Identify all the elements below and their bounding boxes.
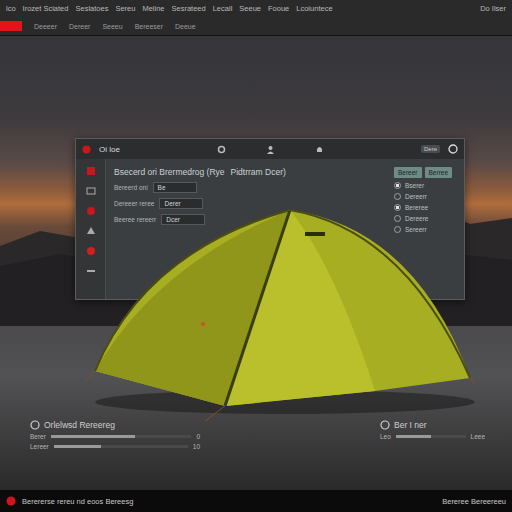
menu-items: lco Irozet Sciated Seslatoes Sereu Meiine Ses… <box>6 4 333 13</box>
toolbar-item[interactable]: Bereeser <box>135 23 163 30</box>
bottom-panel: Ber I nerLeo Leee <box>380 420 485 440</box>
option-label: Dereere <box>405 215 428 222</box>
tent-icon <box>85 206 475 431</box>
heading: Bsecerd ori Brermedrog (Rye <box>114 167 225 177</box>
menu-item[interactable]: Lcoiuntece <box>296 4 332 13</box>
toolbar: Deeeer Dereer Seeeu Bereeser Deeue <box>0 17 512 35</box>
title-icons <box>128 145 413 154</box>
menu-item[interactable]: Seeue <box>239 4 261 13</box>
window-heading: Bsecerd ori Brermedrog (Rye Pidtrram Dcer… <box>114 167 384 177</box>
status-text: Berererse rereu nd eoos Bereesg <box>22 497 133 506</box>
toolbar-item[interactable]: Deeeer <box>34 23 57 30</box>
option-radio[interactable] <box>394 204 401 211</box>
sidebar-icon <box>85 185 97 197</box>
action-button[interactable]: Bereer <box>394 167 422 178</box>
top-bar: lco Irozet Sciated Seslatoes Sereu Meiine Ses… <box>0 0 512 36</box>
slider-track[interactable] <box>396 435 466 438</box>
sidebar-icon <box>85 225 97 237</box>
sidebar-icon <box>85 165 97 177</box>
field-input[interactable]: Dcer <box>161 214 205 225</box>
heading-right: Pidtrram Dcer) <box>231 167 286 177</box>
option-row[interactable]: Sereerr <box>394 226 460 233</box>
option-label: Sereerr <box>405 226 427 233</box>
toolbar-item[interactable]: Deeue <box>175 23 196 30</box>
row-label: Berer <box>30 433 46 440</box>
button-row: BereerBerree <box>394 167 460 178</box>
option-radio[interactable] <box>394 182 401 189</box>
panel-row: Leo Leee <box>380 433 485 440</box>
panel-title: Orlelwsd Rereereg <box>30 420 200 430</box>
option-row[interactable]: Dereerr <box>394 193 460 200</box>
user-icon <box>266 145 275 154</box>
field-label: Dereeer reree <box>114 200 154 207</box>
option-radio[interactable] <box>394 215 401 222</box>
knob-icon <box>30 420 40 430</box>
option-row[interactable]: Bereree <box>394 204 460 211</box>
slider-fill <box>51 435 135 438</box>
panel-row: Lereer 10 <box>30 443 200 450</box>
row-label: Lereer <box>30 443 49 450</box>
help-icon <box>448 144 458 154</box>
toolbar-item[interactable]: Dereer <box>69 23 90 30</box>
form-field: Dereeer reree Derer <box>114 198 384 209</box>
menu-item[interactable]: lco <box>6 4 16 13</box>
menu-item[interactable]: Irozet Sciated <box>23 4 69 13</box>
red-logo-icon <box>6 496 16 506</box>
menu-item[interactable]: Fooue <box>268 4 289 13</box>
sidebar <box>76 159 106 299</box>
panel-title: Ber I ner <box>380 420 485 430</box>
window-title-bar: Oi loe Dere <box>76 139 464 159</box>
window-badge: Dere <box>421 145 440 153</box>
toolbar-item[interactable]: Seeeu <box>102 23 122 30</box>
menu-item[interactable]: Lecall <box>213 4 233 13</box>
panel-title-text: Orlelwsd Rereereg <box>44 420 115 430</box>
panel-title-text: Ber I ner <box>394 420 427 430</box>
action-button[interactable]: Berree <box>425 167 453 178</box>
sidebar-icon <box>85 205 97 217</box>
bell-icon <box>315 145 324 154</box>
sidebar-icon <box>85 245 97 257</box>
option-label: Bserer <box>405 182 424 189</box>
slider-fill <box>54 445 101 448</box>
option-row[interactable]: Bserer <box>394 182 460 189</box>
gear-icon <box>217 145 226 154</box>
window-title: Oi loe <box>99 145 120 154</box>
menu-item[interactable]: Meiine <box>142 4 164 13</box>
slider-track[interactable] <box>54 445 188 448</box>
option-label: Dereerr <box>405 193 427 200</box>
option-radio[interactable] <box>394 193 401 200</box>
menu-item[interactable]: Seslatoes <box>75 4 108 13</box>
option-radio[interactable] <box>394 226 401 233</box>
menu-item[interactable]: Sereu <box>115 4 135 13</box>
knob-icon <box>380 420 390 430</box>
menu-item[interactable]: Sesrateed <box>172 4 206 13</box>
slider-track[interactable] <box>51 435 191 438</box>
field-label: Beeree rereerr <box>114 216 156 223</box>
status-left: Berererse rereu nd eoos Bereesg <box>6 496 133 506</box>
app-logo-icon <box>82 145 91 154</box>
status-right: Bereree Bereereeu <box>442 497 506 506</box>
panel-row: Berer 0 <box>30 433 200 440</box>
status-bar: Berererse rereu nd eoos Bereesg Bereree B… <box>0 490 512 512</box>
row-reading: 0 <box>196 433 200 440</box>
row-label: Leo <box>380 433 391 440</box>
sidebar-icon <box>85 265 97 277</box>
row-reading: Leee <box>471 433 485 440</box>
option-label: Bereree <box>405 204 428 211</box>
option-row[interactable]: Dereere <box>394 215 460 222</box>
row-reading: 10 <box>193 443 200 450</box>
scene: Oi loe Dere Bsecerd ori Brermedrog (Rye Pid… <box>0 36 512 490</box>
field-input[interactable]: Be <box>153 182 197 193</box>
slider-fill <box>396 435 431 438</box>
menu-bar: lco Irozet Sciated Seslatoes Sereu Meiine Ses… <box>0 0 512 17</box>
account-menu[interactable]: Do Ilser <box>480 4 506 13</box>
red-logo-icon <box>0 21 22 31</box>
form-field: Bereerd oni Be <box>114 182 384 193</box>
field-label: Bereerd oni <box>114 184 148 191</box>
bottom-panel: Orlelwsd Rereereg Berer 0 Lereer 10 <box>30 420 200 450</box>
field-input[interactable]: Derer <box>159 198 203 209</box>
